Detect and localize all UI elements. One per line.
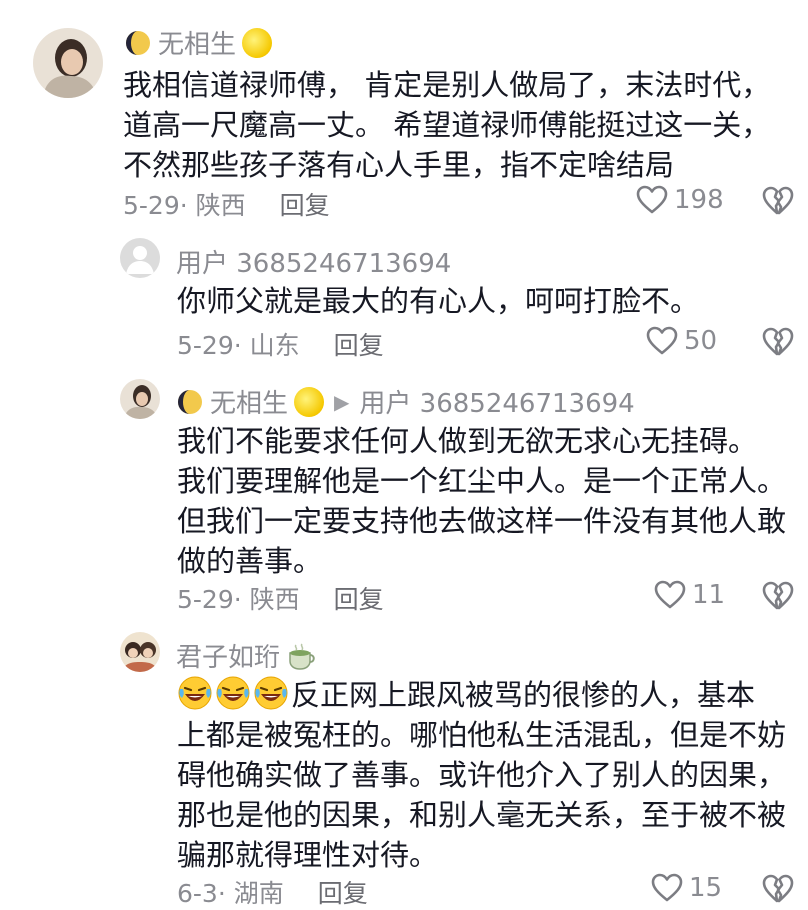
like-button[interactable]: 198 <box>636 185 724 215</box>
reply-arrow-icon: ▶ <box>334 389 350 414</box>
like-button[interactable]: 50 <box>646 326 717 356</box>
broken-heart-icon[interactable] <box>762 327 794 357</box>
laughing-crying-emoji-icon <box>253 675 289 711</box>
like-count: 198 <box>674 185 724 215</box>
comment-line: 我们不能要求任何人做到无欲无求心无挂碍。 <box>177 424 758 458</box>
comment-line: 那也是他的因果，和别人毫无关系，至于被不被 <box>177 798 787 832</box>
comment-text: 我相信道禄师傅， 肯定是别人做局了，末法时代， 道高一尺魔高一丈。 希望道禄师傅… <box>123 65 770 185</box>
sun-icon <box>242 27 273 58</box>
username-text: 无相生 <box>210 389 289 419</box>
reply-button[interactable]: 回复 <box>334 580 384 616</box>
broken-heart-icon[interactable] <box>762 874 794 904</box>
avatar[interactable] <box>120 632 160 672</box>
username-text: 用户 3685246713694 <box>176 249 452 279</box>
comment-line: 我相信道禄师傅， 肯定是别人做局了，末法时代， <box>123 68 771 102</box>
comment-line: 碍他确实做了善事。或许他介入了别人的因果， <box>177 758 787 792</box>
comment-line: 但我们一定要支持他去做这样一件没有其他人敢 <box>177 504 787 538</box>
comment-line: 道高一尺魔高一丈。 希望道禄师傅能挺过这一关， <box>123 108 771 142</box>
username[interactable]: 无相生 ▶ 用户 3685246713694 <box>176 383 635 420</box>
comment-meta: 5-29· 陕西 回复 <box>177 580 384 616</box>
comment-line: 我们要理解他是一个红尘中人。是一个正常人。 <box>177 464 787 498</box>
like-count: 15 <box>689 873 723 903</box>
like-button[interactable]: 15 <box>651 873 722 903</box>
avatar[interactable] <box>120 379 160 419</box>
comment-line: 不然那些孩子落有心人手里，指不定啥结局 <box>123 148 675 182</box>
reply-to-user[interactable]: 用户 3685246713694 <box>359 383 634 420</box>
heart-outline-icon <box>646 326 678 356</box>
heart-outline-icon <box>654 580 686 610</box>
broken-heart-icon[interactable] <box>762 186 794 216</box>
heart-outline-icon <box>651 873 683 903</box>
like-count: 50 <box>684 326 718 356</box>
username-text: 无相生 <box>158 30 237 60</box>
broken-heart-icon[interactable] <box>762 581 794 611</box>
comment-meta: 5-29· 陕西 回复 <box>123 186 330 222</box>
laughing-crying-emoji-icon <box>177 675 213 711</box>
username[interactable]: 君子如珩 <box>176 637 316 674</box>
comment-meta: 5-29· 山东 回复 <box>177 326 384 362</box>
moon-icon <box>124 29 152 57</box>
comment-text: 反正网上跟风被骂的很惨的人，基本 上都是被冤枉的。哪怕他私生活混乱，但是不妨 碍… <box>177 675 786 875</box>
moon-icon <box>176 388 204 416</box>
reply-button[interactable]: 回复 <box>334 326 384 362</box>
avatar[interactable] <box>33 28 103 98</box>
sun-icon <box>294 386 325 417</box>
laughing-crying-emoji-icon <box>215 675 251 711</box>
comment-meta: 6-3· 湖南 回复 <box>177 874 368 910</box>
avatar[interactable] <box>120 238 160 278</box>
like-button[interactable]: 11 <box>654 580 725 610</box>
username[interactable]: 无相生 <box>124 24 273 61</box>
reply-button[interactable]: 回复 <box>280 186 330 222</box>
comment-line-text: 反正网上跟风被骂的很惨的人，基本 <box>291 678 756 712</box>
heart-outline-icon <box>636 185 668 215</box>
comment-line: 你师父就是最大的有心人，呵呵打脸不。 <box>177 284 700 318</box>
date-location: 5-29· 陕西 <box>177 585 300 614</box>
comment-line: 上都是被冤枉的。哪怕他私生活混乱，但是不妨 <box>177 718 787 752</box>
comment-text: 我们不能要求任何人做到无欲无求心无挂碍。 我们要理解他是一个红尘中人。是一个正常… <box>177 421 786 581</box>
date-location: 6-3· 湖南 <box>177 879 284 908</box>
reply-button[interactable]: 回复 <box>318 874 368 910</box>
comment-line: 反正网上跟风被骂的很惨的人，基本 <box>177 675 786 715</box>
comment-text: 你师父就是最大的有心人，呵呵打脸不。 <box>177 281 699 321</box>
username-text: 君子如珩 <box>176 643 281 673</box>
date-location: 5-29· 陕西 <box>123 191 246 220</box>
like-count: 11 <box>692 580 726 610</box>
username[interactable]: 用户 3685246713694 <box>176 243 451 280</box>
comment-line: 骗那就得理性对待。 <box>177 838 439 872</box>
date-location: 5-29· 山东 <box>177 331 300 360</box>
tea-icon <box>286 641 316 671</box>
comment-line: 做的善事。 <box>177 544 323 578</box>
